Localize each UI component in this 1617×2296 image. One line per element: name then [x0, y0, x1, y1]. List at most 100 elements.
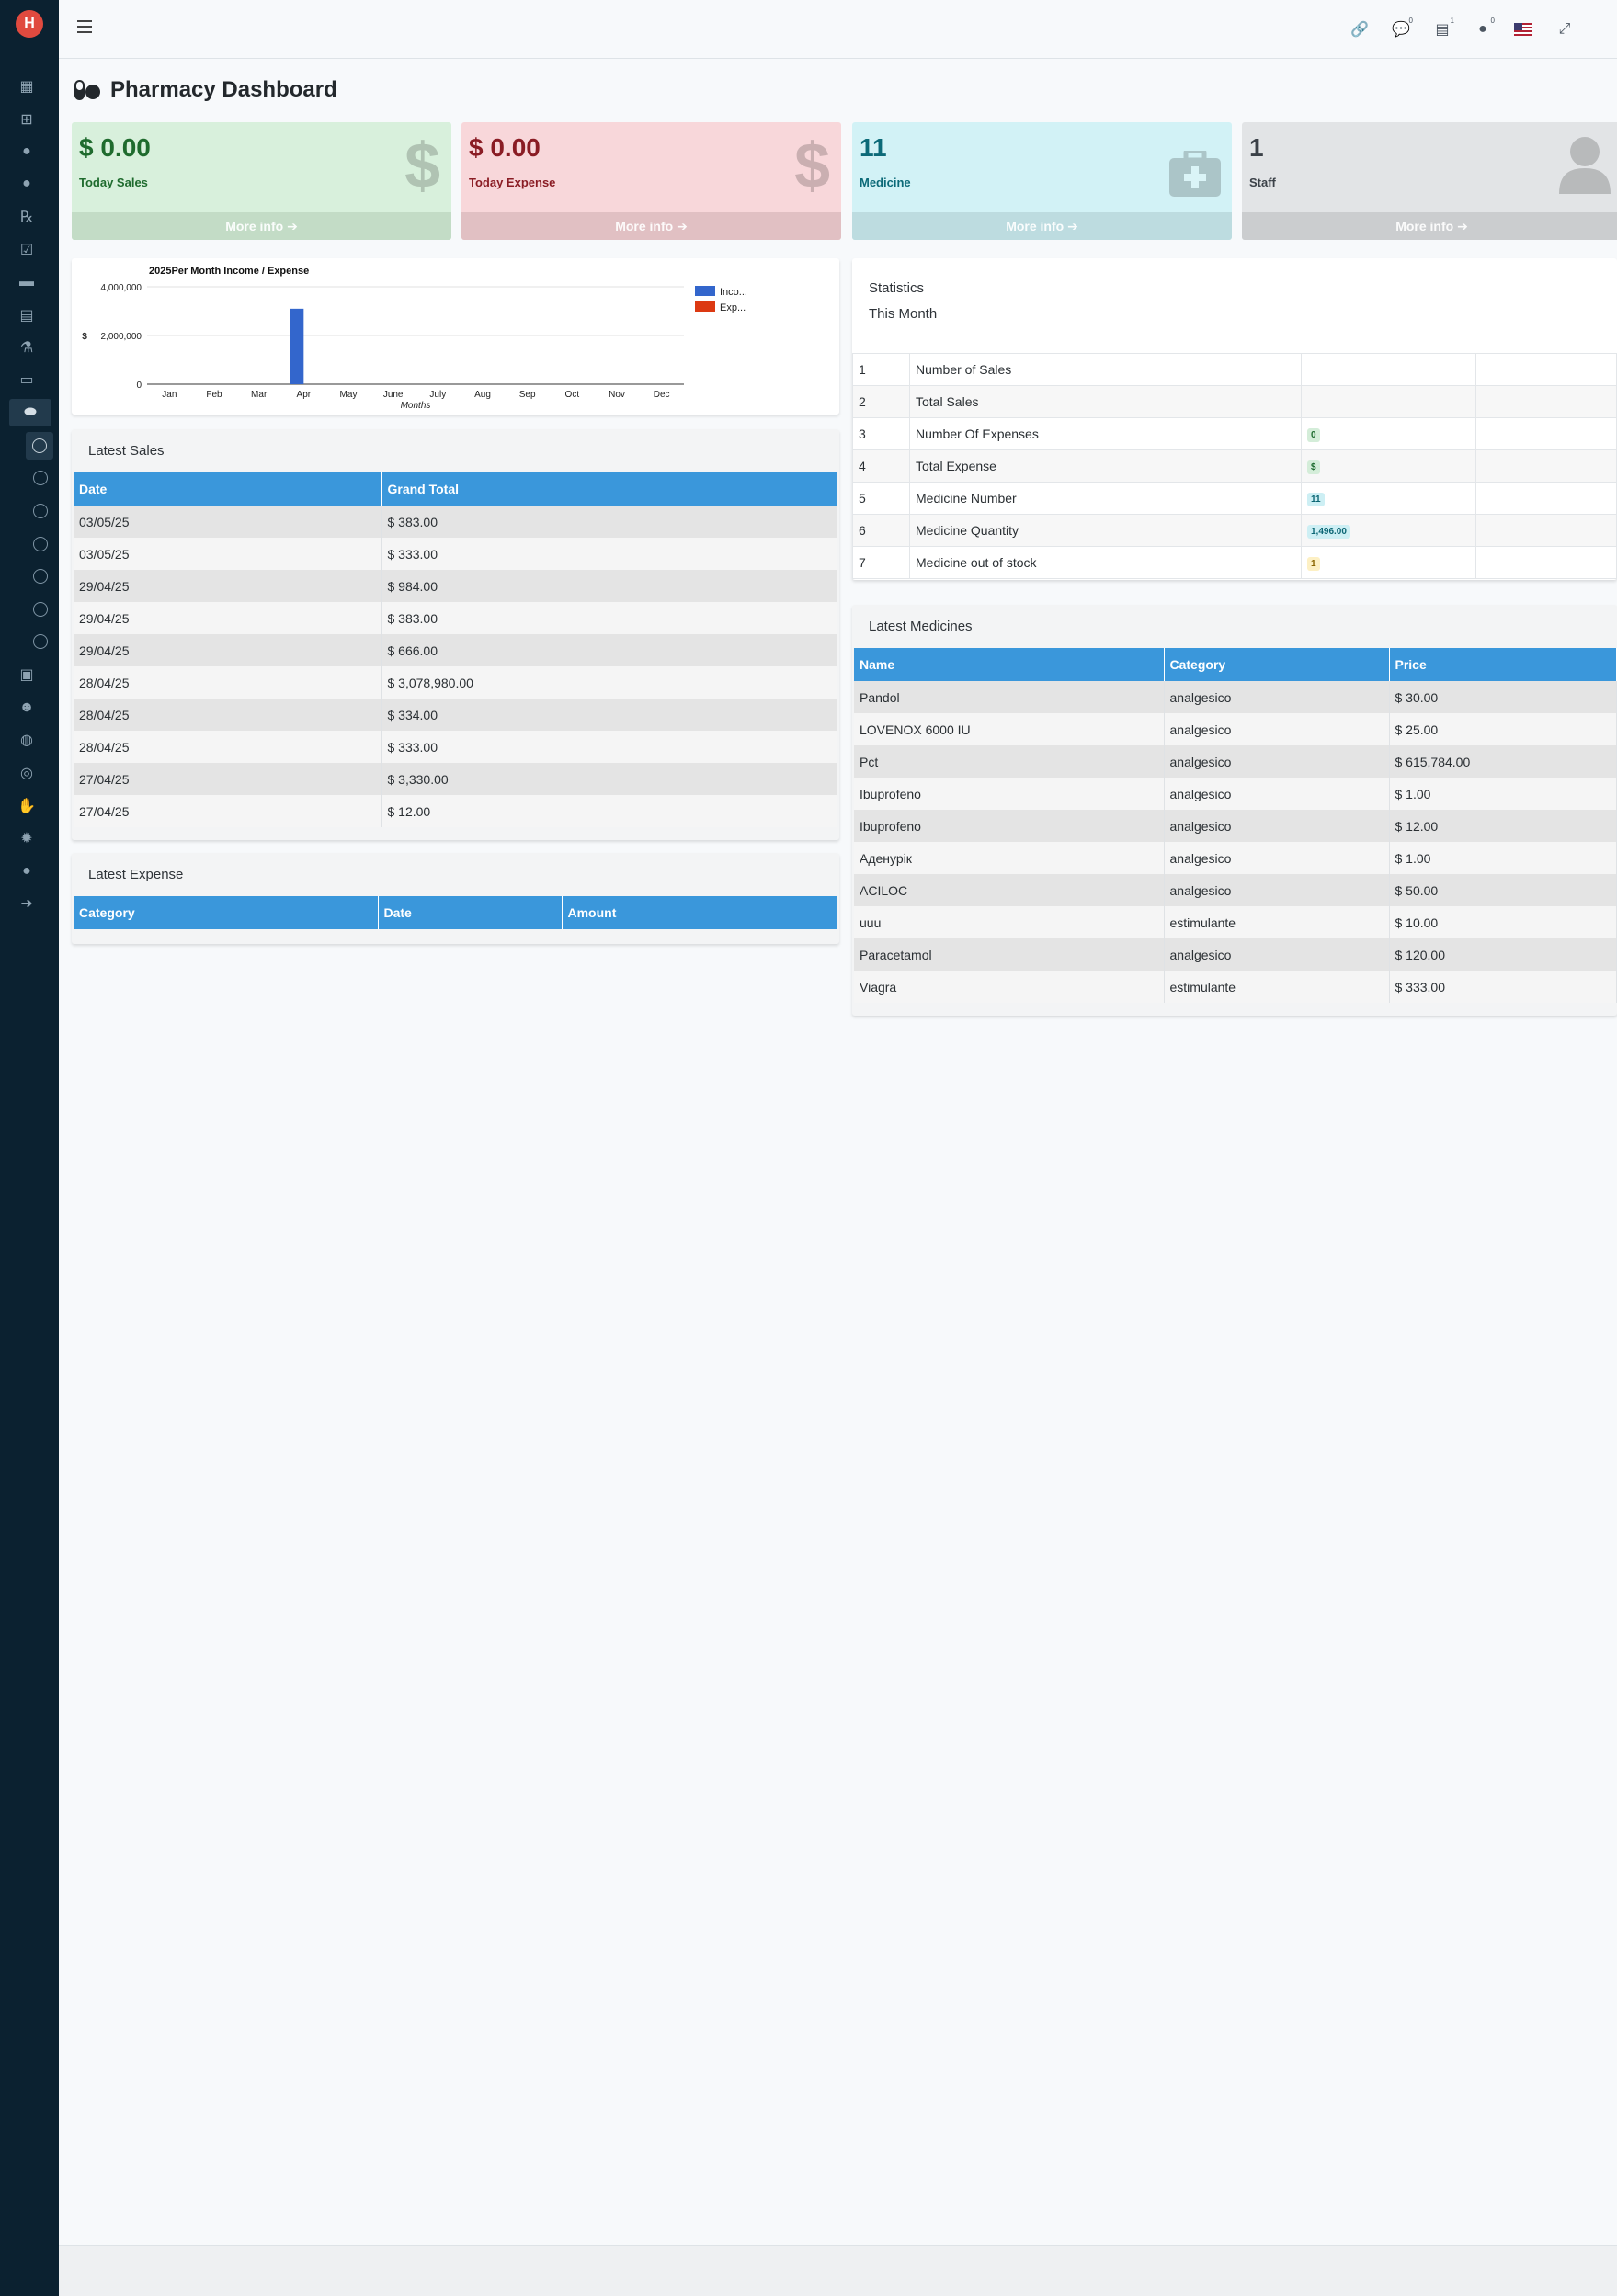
report-icon[interactable]: ▤ — [13, 304, 40, 326]
statistics-row: 6 Medicine Quantity 1,496.00 — [852, 514, 1617, 547]
page-title-area: Pharmacy Dashboard — [74, 77, 337, 103]
comments-icon[interactable]: 💬 0 — [1390, 17, 1413, 40]
statistics-card: Statistics This Month 1 Number of Sales 2 T… — [852, 258, 1617, 580]
money-card-icon[interactable]: ▤ 1 — [1431, 17, 1454, 40]
website-icon[interactable]: ◎ — [13, 762, 40, 784]
x-tick-label: May — [340, 390, 358, 400]
stat-index: 7 — [852, 546, 910, 579]
fullscreen-icon[interactable]: ⤢ — [1554, 18, 1576, 40]
stat-index: 6 — [852, 514, 910, 547]
stat-empty-cell — [1475, 514, 1617, 547]
us-flag-icon[interactable] — [1512, 18, 1534, 40]
user-notify-icon[interactable]: ● 0 — [1472, 17, 1495, 40]
more-info-link[interactable]: More info ➔ — [72, 212, 451, 240]
table-row: 03/05/25 $ 333.00 — [74, 538, 837, 570]
legend-swatch — [695, 286, 715, 296]
column-header-date[interactable]: Date — [74, 472, 382, 506]
table-row: 29/04/25 $ 383.00 — [74, 602, 837, 634]
settings-icon[interactable]: ✹ — [13, 827, 40, 849]
bar-income — [290, 308, 304, 384]
submenu-circle-icon[interactable] — [33, 634, 48, 649]
column-header-category[interactable]: Category — [74, 896, 379, 929]
column-header-price[interactable]: Price — [1389, 648, 1617, 681]
pharmacy-icon[interactable]: ⬬ — [9, 399, 51, 426]
sale-date-cell: 28/04/25 — [74, 699, 382, 731]
profile-icon[interactable]: ● — [13, 860, 40, 882]
more-info-link[interactable]: More info ➔ — [461, 212, 841, 240]
submenu-circle-icon[interactable] — [33, 504, 48, 518]
grand-total-cell: $ 334.00 — [381, 699, 837, 731]
grand-total-cell: $ 3,330.00 — [381, 763, 837, 795]
x-tick-label: June — [383, 390, 404, 400]
user-icon — [1559, 137, 1611, 204]
stat-empty-cell — [1475, 449, 1617, 483]
table-row: 29/04/25 $ 666.00 — [74, 634, 837, 666]
lab-icon[interactable]: ⚗ — [13, 336, 40, 358]
submenu-circle-icon[interactable] — [33, 537, 48, 551]
medicine-name-cell: Pandol — [854, 681, 1165, 713]
medicine-category-cell: analgesico — [1164, 810, 1390, 842]
hospital-logo-icon[interactable]: H — [16, 10, 43, 38]
table-row: 27/04/25 $ 3,330.00 — [74, 763, 837, 795]
grand-total-cell: $ 383.00 — [381, 602, 837, 634]
stat-badge: 1,496.00 — [1307, 525, 1350, 539]
column-header-amount[interactable]: Amount — [562, 896, 837, 929]
dashboard-icon[interactable]: ▦ — [13, 75, 40, 97]
medicine-name-cell: Pct — [854, 745, 1165, 778]
medicine-category-cell: analgesico — [1164, 842, 1390, 874]
x-tick-label: Oct — [565, 390, 580, 400]
sitemap-icon[interactable]: ⊞ — [13, 108, 40, 131]
bed-icon[interactable]: ▭ — [13, 369, 40, 391]
patient-icon[interactable]: ● — [13, 173, 40, 195]
latest-medicines-title: Latest Medicines — [869, 619, 973, 634]
chat-icon[interactable]: ◍ — [13, 729, 40, 751]
table-row: Paracetamol analgesico $ 120.00 — [854, 938, 1617, 971]
medicine-price-cell: $ 50.00 — [1389, 874, 1617, 906]
topbar: 🔗 💬0 ▤1 ●0 ⤢ ⇥ — [59, 0, 1617, 59]
more-info-link[interactable]: More info ➔ — [852, 212, 1232, 240]
column-header-category[interactable]: Category — [1164, 648, 1390, 681]
medicine-price-cell: $ 10.00 — [1389, 906, 1617, 938]
x-tick-label: Dec — [654, 390, 670, 400]
info-box-value: $ 0.00 — [79, 133, 151, 162]
prescription-icon[interactable]: ℞ — [13, 206, 40, 228]
link-icon[interactable]: 🔗 — [1349, 18, 1371, 40]
grand-total-cell: $ 984.00 — [381, 570, 837, 602]
submenu-circle-icon[interactable] — [26, 432, 53, 460]
doctor-icon[interactable]: ● — [13, 141, 40, 163]
x-tick-label: Sep — [519, 390, 536, 400]
stat-empty-cell — [1475, 546, 1617, 579]
column-header-date[interactable]: Date — [378, 896, 563, 929]
more-info-link[interactable]: More info ➔ — [1242, 212, 1617, 240]
table-row: Viagra estimulante $ 333.00 — [854, 971, 1617, 1003]
legend-swatch — [695, 301, 715, 312]
hamburger-menu-icon[interactable] — [77, 20, 92, 33]
stat-label: Medicine Number — [909, 482, 1302, 515]
stat-badge: $ — [1307, 460, 1320, 474]
submenu-circle-icon[interactable] — [33, 602, 48, 617]
table-row: 27/04/25 $ 12.00 — [74, 795, 837, 827]
column-header-name[interactable]: Name — [854, 648, 1165, 681]
more-info-label: More info — [1395, 219, 1454, 233]
payment-icon[interactable]: ▬ — [13, 271, 40, 293]
sale-date-cell: 03/05/25 — [74, 506, 382, 538]
submenu-circle-icon[interactable] — [33, 471, 48, 485]
ambulance-icon[interactable]: ▣ — [13, 664, 40, 686]
stat-empty-cell — [1475, 385, 1617, 418]
info-box-label: Medicine — [860, 176, 911, 189]
arrow-circle-right-icon: ➔ — [1457, 218, 1468, 233]
stat-value-cell — [1301, 353, 1476, 386]
table-row: LOVENOX 6000 IU analgesico $ 25.00 — [854, 713, 1617, 745]
table-row: Аденурік analgesico $ 1.00 — [854, 842, 1617, 874]
medicine-name-cell: Ibuprofeno — [854, 810, 1165, 842]
logout-icon[interactable]: ➜ — [13, 892, 40, 915]
appointment-icon[interactable]: ☑ — [13, 239, 40, 261]
submenu-circle-icon[interactable] — [33, 569, 48, 584]
more-info-label: More info — [225, 219, 284, 233]
stat-index: 1 — [852, 353, 910, 386]
table-row: Ibuprofeno analgesico $ 12.00 — [854, 810, 1617, 842]
table-row: Ibuprofeno analgesico $ 1.00 — [854, 778, 1617, 810]
donor-icon[interactable]: ✋ — [13, 795, 40, 817]
users-icon[interactable]: ☻ — [13, 697, 40, 719]
column-header-grand-total[interactable]: Grand Total — [381, 472, 837, 506]
